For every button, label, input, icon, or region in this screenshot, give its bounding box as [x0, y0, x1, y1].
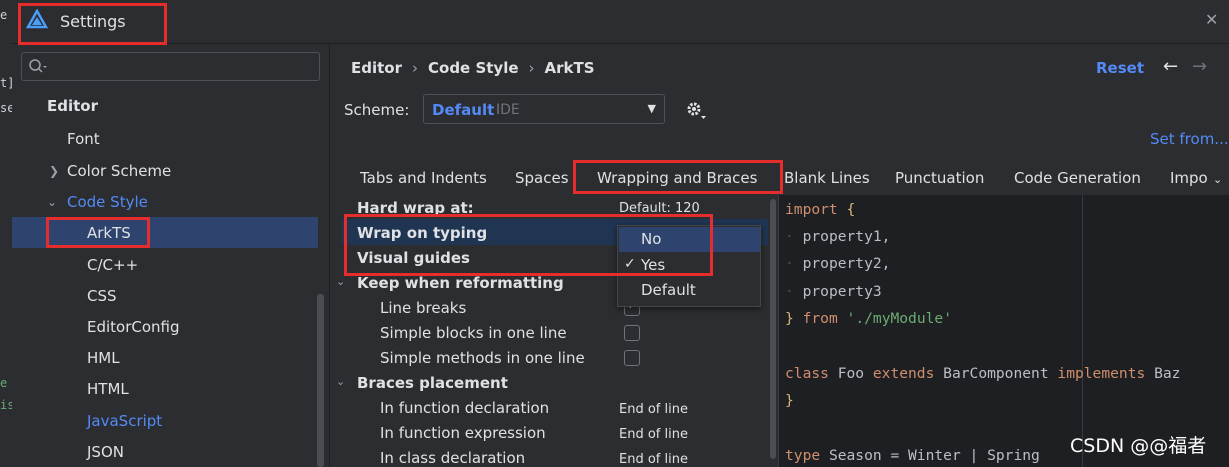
- sidebar-item-editorconfig[interactable]: EditorConfig: [87, 318, 180, 336]
- chevron-down-icon: ▼: [647, 102, 656, 115]
- sidebar-item-javascript[interactable]: JavaScript: [87, 412, 162, 430]
- annotation-box: [344, 214, 713, 276]
- code-line: · property1,: [785, 228, 891, 245]
- breadcrumb-separator-icon: ›: [412, 59, 418, 77]
- code-preview: import { · property1, · property2, · pro…: [778, 195, 1229, 467]
- option-simple-methods[interactable]: Simple methods in one line: [380, 349, 585, 367]
- option-value[interactable]: End of line: [619, 427, 688, 442]
- options-scrollbar[interactable]: [768, 195, 778, 467]
- tab-blank-lines[interactable]: Blank Lines: [784, 169, 870, 187]
- code-line: import {: [785, 201, 856, 218]
- option-in-function-expression[interactable]: In function expression: [380, 424, 546, 442]
- option-keep-when-reformatting[interactable]: Keep when reformatting: [357, 274, 564, 292]
- scheme-value: Default: [432, 101, 495, 119]
- watermark: CSDN @@福者: [1070, 435, 1207, 457]
- tab-punctuation[interactable]: Punctuation: [895, 169, 984, 187]
- code-line: } from './myModule': [785, 310, 952, 327]
- tab-tabs-and-indents[interactable]: Tabs and Indents: [360, 169, 487, 187]
- breadcrumb: Editor › Code Style › ArkTS: [351, 59, 595, 77]
- settings-sidebar: Editor Font ❯ Color Scheme ⌄ Code Style …: [12, 44, 330, 467]
- sidebar-item-json[interactable]: JSON: [87, 443, 124, 461]
- sidebar-item-editor[interactable]: Editor: [47, 97, 98, 115]
- forward-arrow-icon[interactable]: →: [1192, 56, 1207, 77]
- background-fragment: e: [0, 376, 8, 390]
- code-line: type Season = Winter | Spring: [785, 447, 1040, 464]
- set-from-link[interactable]: Set from...: [1150, 130, 1229, 148]
- option-value[interactable]: End of line: [619, 452, 688, 467]
- close-icon[interactable]: ✕: [1205, 10, 1218, 29]
- annotation-box: [573, 160, 783, 194]
- back-arrow-icon[interactable]: ←: [1163, 56, 1178, 77]
- scheme-label: Scheme:: [344, 101, 410, 119]
- sidebar-item-hml[interactable]: HML: [87, 349, 120, 367]
- option-braces-placement[interactable]: Braces placement: [357, 374, 508, 392]
- sidebar-item-color-scheme[interactable]: Color Scheme: [67, 162, 171, 180]
- background-fragment: e: [0, 8, 8, 22]
- code-line: · property3: [785, 283, 882, 300]
- breadcrumb-item: ArkTS: [544, 59, 595, 77]
- tab-code-generation[interactable]: Code Generation: [1014, 169, 1141, 187]
- reset-button[interactable]: Reset: [1096, 59, 1144, 77]
- chevron-down-icon[interactable]: ⌄: [336, 275, 345, 288]
- tab-imports[interactable]: Impo: [1170, 169, 1208, 187]
- option-value[interactable]: End of line: [619, 402, 688, 417]
- popup-item-label: Default: [641, 281, 696, 299]
- right-margin-guide: [1082, 195, 1083, 467]
- sidebar-item-c-cpp[interactable]: C/C++: [87, 256, 138, 274]
- breadcrumb-separator-icon: ›: [528, 59, 535, 77]
- option-in-class-declaration[interactable]: In class declaration: [380, 449, 525, 467]
- sidebar-item-font[interactable]: Font: [67, 130, 100, 148]
- annotation-box: [46, 217, 150, 248]
- scrollbar-thumb[interactable]: [770, 199, 776, 459]
- sidebar-item-code-style[interactable]: Code Style: [67, 193, 148, 211]
- code-line: }: [785, 392, 794, 409]
- chevron-down-icon[interactable]: ⌄: [336, 375, 345, 388]
- search-input[interactable]: [21, 52, 320, 81]
- sidebar-scrollbar[interactable]: [317, 294, 324, 467]
- chevron-down-icon[interactable]: ⌄: [47, 195, 57, 209]
- scheme-dropdown[interactable]: Default IDE ▼: [423, 94, 665, 124]
- chevron-right-icon[interactable]: ❯: [49, 164, 59, 178]
- tab-spaces[interactable]: Spaces: [515, 169, 569, 187]
- breadcrumb-item[interactable]: Code Style: [428, 59, 519, 77]
- search-icon: [29, 59, 47, 73]
- simple-blocks-checkbox[interactable]: [624, 325, 640, 341]
- gear-icon[interactable]: [685, 99, 707, 121]
- annotation-box: [18, 3, 167, 45]
- simple-methods-checkbox[interactable]: [624, 350, 640, 366]
- sidebar-item-html[interactable]: HTML: [87, 380, 129, 398]
- background-ide-strip: e t] se e is: [0, 0, 14, 467]
- code-line: · property2,: [785, 255, 891, 272]
- option-line-breaks[interactable]: Line breaks: [380, 299, 466, 317]
- popup-item-default[interactable]: Default: [619, 278, 760, 303]
- breadcrumb-item[interactable]: Editor: [351, 59, 402, 77]
- option-simple-blocks[interactable]: Simple blocks in one line: [380, 324, 567, 342]
- code-line: class Foo extends BarComponent implement…: [785, 365, 1181, 382]
- sidebar-item-css[interactable]: CSS: [87, 287, 117, 305]
- option-in-function-declaration[interactable]: In function declaration: [380, 399, 549, 417]
- title-bar: Settings ✕: [12, 0, 1229, 44]
- chevron-down-icon[interactable]: ⌄: [1213, 173, 1222, 186]
- scheme-sublabel: IDE: [496, 102, 520, 118]
